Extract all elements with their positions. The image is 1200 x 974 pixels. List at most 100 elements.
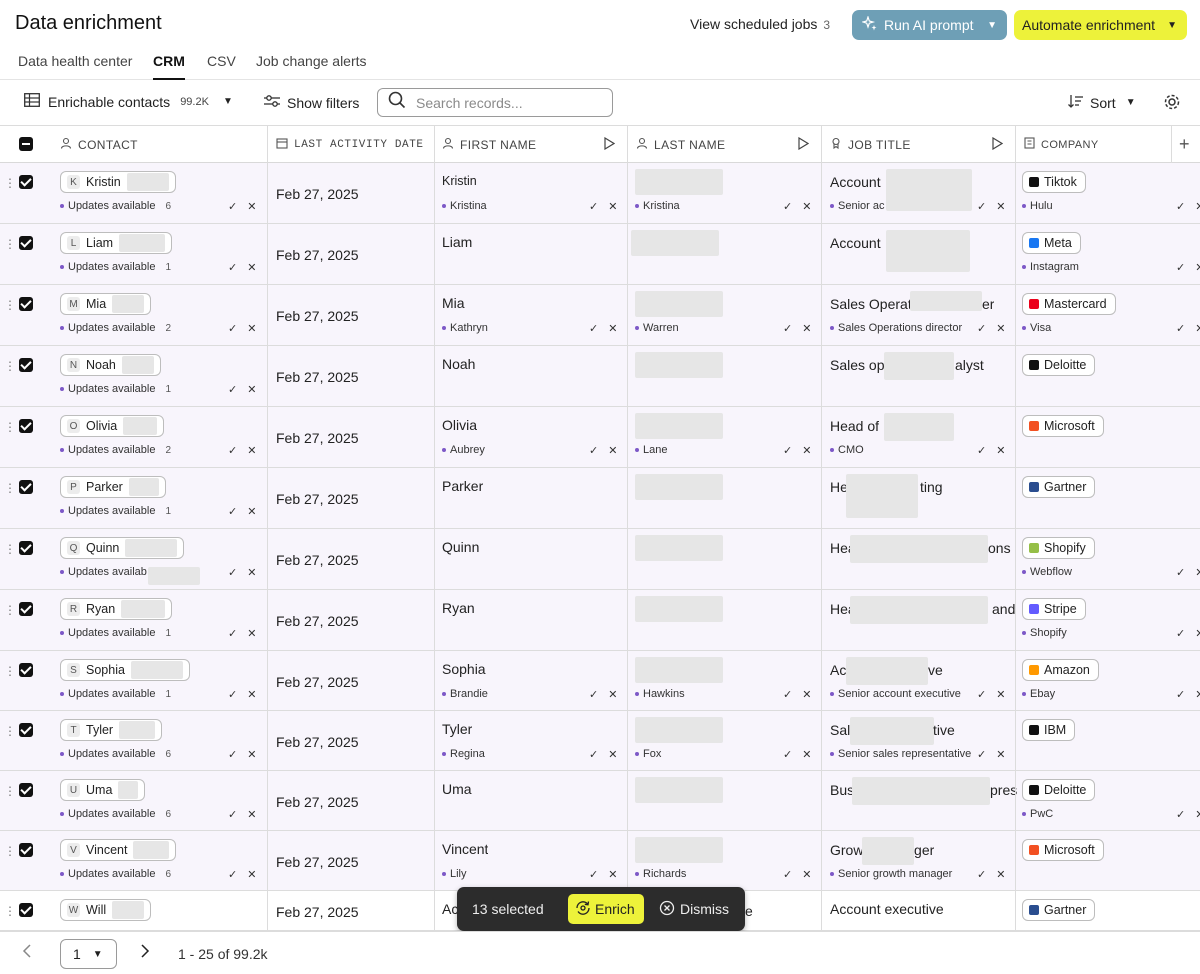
company-chip[interactable]: Meta [1022,232,1081,254]
accept-check-icon[interactable]: ✓ [783,322,792,335]
contact-chip[interactable]: P Parker [60,476,166,498]
reject-x-icon[interactable]: ✕ [996,868,1005,881]
row-checkbox[interactable] [19,236,33,250]
reject-x-icon[interactable]: ✕ [608,444,617,457]
first-name-value[interactable]: Liam [442,234,472,250]
column-header-last-name[interactable]: LAST NAME [628,126,821,163]
updates-available[interactable]: Updates available 6 [60,808,171,820]
table-row[interactable]: ⋮⋮ S Sophia Updates available 1 ✓ ✕ Feb 27, 202… [0,651,1200,711]
reject-x-icon[interactable]: ✕ [1195,566,1200,579]
accept-check-icon[interactable]: ✓ [1176,566,1185,579]
company-chip[interactable]: Tiktok [1022,171,1086,193]
reject-x-icon[interactable]: ✕ [1195,808,1200,821]
job-title-value[interactable]: Account [830,235,881,251]
contact-chip[interactable]: V Vincent [60,839,177,861]
reject-x-icon[interactable]: ✕ [608,868,617,881]
reject-x-icon[interactable]: ✕ [247,322,256,335]
reject-x-icon[interactable]: ✕ [1195,627,1200,640]
run-ai-prompt-button[interactable]: Run AI prompt ▼ [852,10,1007,40]
job-title-value[interactable]: Bus [830,782,854,798]
accept-check-icon[interactable]: ✓ [228,808,237,821]
first-name-value[interactable]: Quinn [442,539,479,555]
row-checkbox[interactable] [19,903,33,917]
accept-check-icon[interactable]: ✓ [228,627,237,640]
company-chip[interactable]: Microsoft [1022,839,1104,861]
accept-check-icon[interactable]: ✓ [228,444,237,457]
updates-available[interactable]: Updates available 6 [60,868,171,880]
accept-check-icon[interactable]: ✓ [977,868,986,881]
updates-available[interactable]: Updates available 1 [60,505,171,517]
dismiss-button[interactable]: Dismiss [659,894,729,924]
first-name-value[interactable]: Parker [442,478,483,494]
view-selector[interactable]: Enrichable contacts 99.2K ▼ [24,93,233,110]
company-chip[interactable]: Deloitte [1022,779,1096,801]
search-input[interactable] [416,94,596,111]
accept-check-icon[interactable]: ✓ [1176,688,1185,701]
accept-check-icon[interactable]: ✓ [783,200,792,213]
table-row[interactable]: ⋮⋮ K Kristin Updates available 6 ✓ ✕ Feb 27, 20… [0,163,1200,224]
accept-check-icon[interactable]: ✓ [977,444,986,457]
row-checkbox[interactable] [19,663,33,677]
first-name-value[interactable]: Ac [442,901,458,917]
reject-x-icon[interactable]: ✕ [247,505,256,518]
accept-check-icon[interactable]: ✓ [783,688,792,701]
reject-x-icon[interactable]: ✕ [802,322,811,335]
row-checkbox[interactable] [19,358,33,372]
job-title-value[interactable]: Head of [830,418,879,434]
accept-check-icon[interactable]: ✓ [1176,627,1185,640]
contact-chip[interactable]: R Ryan [60,598,173,620]
gear-icon[interactable] [1163,93,1181,116]
reject-x-icon[interactable]: ✕ [996,444,1005,457]
accept-check-icon[interactable]: ✓ [228,261,237,274]
first-name-value[interactable]: Kristin [442,174,477,188]
updates-available[interactable]: Updates available 1 [60,383,171,395]
company-chip[interactable]: Deloitte [1022,354,1096,376]
column-header-last-activity-date[interactable]: LAST ACTIVITY DATE [268,126,434,163]
table-row[interactable]: ⋮⋮ L Liam Updates available 1 ✓ ✕ Feb 27, 2025 L… [0,224,1200,285]
company-chip[interactable]: Mastercard [1022,293,1116,315]
accept-check-icon[interactable]: ✓ [589,322,598,335]
accept-check-icon[interactable]: ✓ [1176,322,1185,335]
table-row[interactable]: ⋮⋮ T Tyler Updates available 6 ✓ ✕ Feb 27, 2025… [0,711,1200,771]
first-name-value[interactable]: Olivia [442,417,477,433]
accept-check-icon[interactable]: ✓ [977,688,986,701]
table-row[interactable]: ⋮⋮ M Mia Updates available 2 ✓ ✕ Feb 27, 2025 Mi… [0,285,1200,346]
accept-check-icon[interactable]: ✓ [589,444,598,457]
reject-x-icon[interactable]: ✕ [1195,688,1200,701]
company-chip[interactable]: Stripe [1022,598,1086,620]
updates-available[interactable]: Updates available 6 [60,200,171,212]
row-checkbox[interactable] [19,602,33,616]
accept-check-icon[interactable]: ✓ [228,383,237,396]
play-icon[interactable] [603,136,616,153]
accept-check-icon[interactable]: ✓ [228,688,237,701]
reject-x-icon[interactable]: ✕ [247,383,256,396]
company-chip[interactable]: Gartner [1022,476,1096,498]
column-header-job-title[interactable]: JOB TITLE [822,126,1015,163]
next-page-button[interactable] [140,944,150,961]
play-icon[interactable] [797,136,810,153]
accept-check-icon[interactable]: ✓ [1176,261,1185,274]
reject-x-icon[interactable]: ✕ [996,200,1005,213]
first-name-value[interactable]: Tyler [442,721,472,737]
accept-check-icon[interactable]: ✓ [589,868,598,881]
tab-csv[interactable]: CSV [207,53,236,78]
accept-check-icon[interactable]: ✓ [589,748,598,761]
row-checkbox[interactable] [19,843,33,857]
accept-check-icon[interactable]: ✓ [228,748,237,761]
view-scheduled-jobs-link[interactable]: View scheduled jobs 3 [690,16,830,32]
first-name-value[interactable]: Sophia [442,661,486,677]
column-header-contact[interactable]: CONTACT [52,126,267,163]
reject-x-icon[interactable]: ✕ [247,748,256,761]
contact-chip[interactable]: L Liam [60,232,173,254]
accept-check-icon[interactable]: ✓ [228,200,237,213]
add-column-button[interactable]: + [1172,126,1200,163]
reject-x-icon[interactable]: ✕ [608,748,617,761]
row-checkbox[interactable] [19,480,33,494]
table-row[interactable]: ⋮⋮ N Noah Updates available 1 ✓ ✕ Feb 27, 2025 N… [0,346,1200,407]
reject-x-icon[interactable]: ✕ [247,261,256,274]
accept-check-icon[interactable]: ✓ [228,566,237,579]
reject-x-icon[interactable]: ✕ [608,322,617,335]
select-all-checkbox[interactable] [19,137,33,151]
company-chip[interactable]: Microsoft [1022,415,1104,437]
row-checkbox[interactable] [19,175,33,189]
